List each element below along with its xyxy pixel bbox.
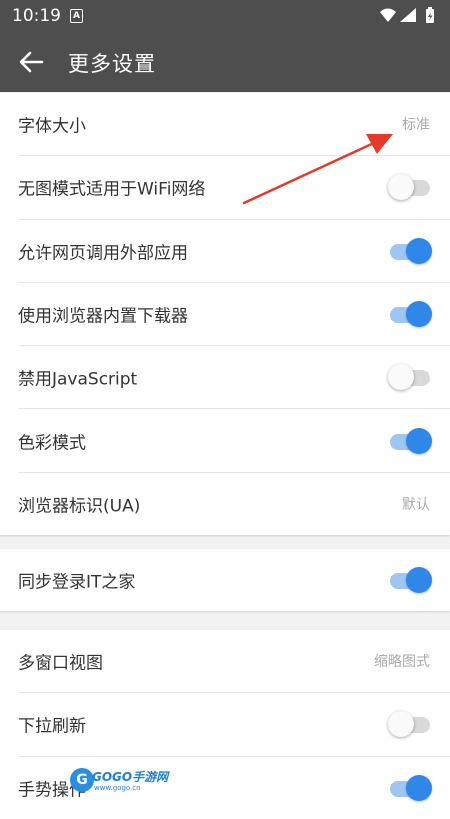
back-arrow-icon[interactable]	[18, 50, 44, 74]
setting-label: 下拉刷新	[18, 716, 86, 737]
toggle-switch[interactable]	[388, 427, 432, 455]
status-time: 10:19	[12, 6, 61, 26]
settings-card-interaction: 多窗口视图 缩略图式 下拉刷新 手势操作	[0, 630, 450, 819]
page-title: 更多设置	[68, 52, 156, 76]
setting-row-sync-ithome[interactable]: 同步登录IT之家	[18, 549, 450, 611]
setting-value: 标准	[402, 117, 430, 134]
status-bar: 10:19 A	[0, 0, 450, 32]
watermark-brand: GOGO手游网	[92, 770, 169, 784]
watermark-c-icon: G	[70, 768, 94, 792]
toggle-switch[interactable]	[388, 300, 432, 328]
setting-row-no-image-wifi[interactable]: 无图模式适用于WiFi网络	[18, 156, 450, 220]
toggle-switch[interactable]	[388, 566, 432, 594]
settings-card-sync: 同步登录IT之家	[0, 549, 450, 612]
setting-label: 浏览器标识(UA)	[18, 496, 141, 517]
notification-a-icon: A	[70, 9, 83, 23]
toggle-switch[interactable]	[388, 363, 432, 391]
signal-icon	[400, 8, 416, 22]
setting-label: 字体大小	[18, 116, 86, 137]
setting-row-pull-refresh[interactable]: 下拉刷新	[18, 693, 450, 757]
setting-row-disable-javascript[interactable]: 禁用JavaScript	[18, 346, 450, 410]
setting-value: 缩略图式	[374, 654, 430, 671]
setting-row-user-agent[interactable]: 浏览器标识(UA) 默认	[18, 473, 450, 535]
setting-label: 允许网页调用外部应用	[18, 243, 188, 264]
setting-row-allow-external-apps[interactable]: 允许网页调用外部应用	[18, 220, 450, 283]
setting-row-builtin-downloader[interactable]: 使用浏览器内置下载器	[18, 283, 450, 347]
setting-label: 同步登录IT之家	[18, 572, 136, 593]
toggle-switch[interactable]	[388, 774, 432, 802]
setting-label: 多窗口视图	[18, 653, 103, 674]
toggle-switch[interactable]	[388, 710, 432, 738]
setting-label: 色彩模式	[18, 433, 86, 454]
setting-row-color-mode[interactable]: 色彩模式	[18, 409, 450, 473]
system-icons	[380, 7, 434, 23]
watermark-logo: G GOGO手游网 www.gogo.cn	[70, 766, 170, 796]
app-bar: 更多设置	[0, 32, 450, 92]
wifi-icon	[380, 8, 396, 22]
setting-row-font-size[interactable]: 字体大小 标准	[18, 93, 450, 157]
toggle-switch[interactable]	[388, 173, 432, 201]
setting-label: 无图模式适用于WiFi网络	[18, 179, 206, 200]
toggle-switch[interactable]	[388, 237, 432, 265]
setting-row-multi-window[interactable]: 多窗口视图 缩略图式	[18, 630, 450, 694]
setting-value: 默认	[402, 496, 430, 513]
setting-label: 禁用JavaScript	[18, 369, 138, 390]
watermark-url: www.gogo.cn	[94, 784, 141, 792]
settings-card-general: 字体大小 标准 无图模式适用于WiFi网络 允许网页调用外部应用 使用浏览器内置…	[0, 93, 450, 536]
battery-icon	[426, 7, 434, 23]
setting-label: 使用浏览器内置下载器	[18, 306, 188, 327]
